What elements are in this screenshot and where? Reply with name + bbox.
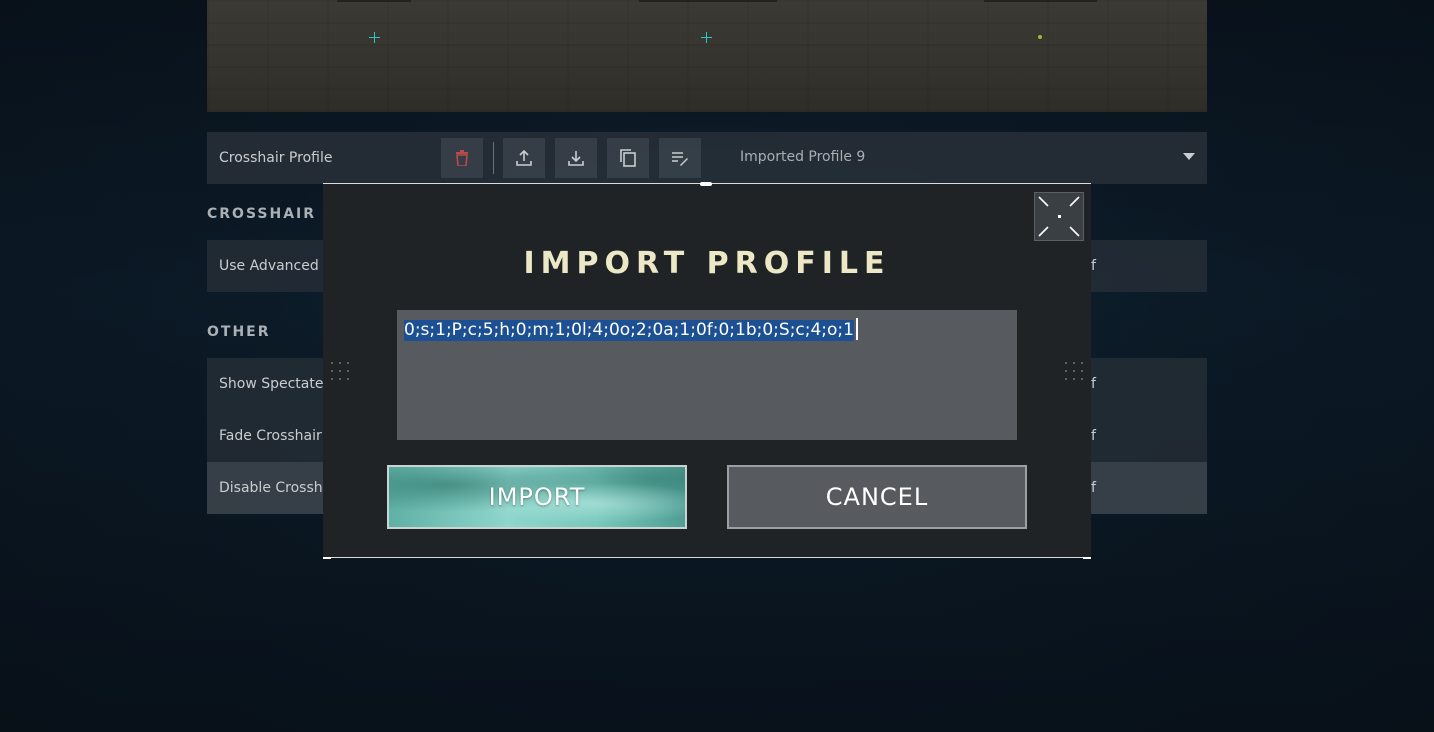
profile-select-value: Imported Profile 9 (740, 149, 866, 165)
delete-profile-button[interactable] (441, 138, 483, 178)
rename-profile-button[interactable] (659, 138, 701, 178)
setting-label: Use Advanced O (219, 258, 335, 274)
crosshair-preview-icon (701, 32, 712, 43)
setting-value: f (1091, 376, 1096, 392)
upload-icon (516, 149, 532, 166)
dialog-title: IMPORT PROFILE (523, 246, 891, 281)
preview-tab-marker (337, 0, 411, 2)
import-button-label: IMPORT (488, 483, 586, 511)
setting-value: f (1091, 480, 1096, 496)
trash-icon (456, 150, 468, 166)
copy-icon (620, 149, 636, 167)
dialog-corner (323, 557, 331, 559)
cancel-button[interactable]: CANCEL (727, 465, 1027, 529)
cancel-button-label: CANCEL (825, 483, 929, 511)
dialog-top-notch (700, 182, 712, 186)
left-grip-icon (331, 362, 349, 386)
section-heading-crosshair: CROSSHAIR (207, 206, 317, 222)
dialog-corner (1083, 557, 1091, 559)
crosshair-dot-preview-icon (1038, 35, 1042, 39)
crosshair-profile-bar: Crosshair Profile Imported Profile 9 (207, 132, 1207, 184)
setting-value: f (1091, 258, 1096, 274)
preview-tab-marker (639, 0, 777, 2)
preview-tab-marker (984, 0, 1097, 2)
export-profile-button[interactable] (503, 138, 545, 178)
collapse-arrows-icon (1038, 196, 1080, 237)
profile-label: Crosshair Profile (219, 150, 333, 166)
text-caret (855, 318, 858, 340)
duplicate-profile-button[interactable] (607, 138, 649, 178)
right-grip-icon (1065, 362, 1083, 386)
crosshair-preview-icon (369, 32, 380, 43)
profile-code-input[interactable]: 0;s;1;P;c;5;h;0;m;1;0l;4;0o;2;0a;1;0f;0;… (397, 310, 1017, 440)
setting-label: Fade Crosshair W (219, 428, 341, 444)
toolbar-divider (493, 142, 494, 174)
profile-select[interactable]: Imported Profile 9 (724, 132, 1207, 184)
import-button[interactable]: IMPORT (387, 465, 687, 529)
rename-icon (672, 152, 688, 166)
chevron-down-icon (1183, 153, 1195, 160)
crosshair-preview (207, 0, 1207, 112)
import-profile-button[interactable] (555, 138, 597, 178)
setting-label: Disable Crossha (219, 480, 332, 496)
section-heading-other: OTHER (207, 324, 271, 340)
setting-value: f (1091, 428, 1096, 444)
collapse-button[interactable] (1034, 192, 1084, 241)
import-profile-dialog: IMPORT PROFILE 0;s;1;P;c;5;h;0;m;1;0l;4;… (323, 182, 1091, 559)
download-icon (568, 151, 584, 166)
setting-label: Show Spectated (219, 376, 333, 392)
profile-code-text: 0;s;1;P;c;5;h;0;m;1;0l;4;0o;2;0a;1;0f;0;… (404, 320, 854, 341)
